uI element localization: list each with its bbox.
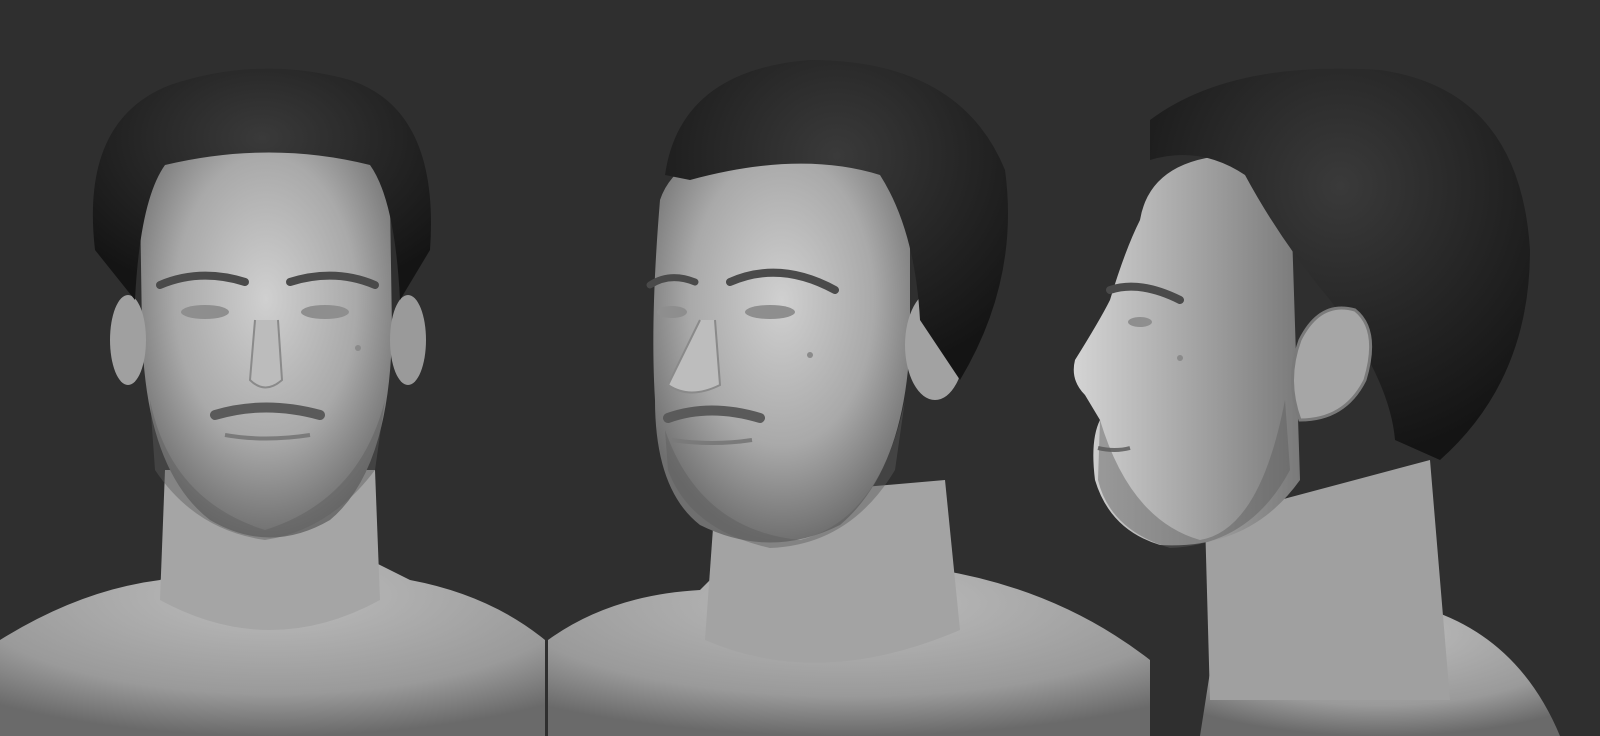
front-mole [355, 345, 361, 351]
profile-eye [1128, 317, 1152, 327]
tq-eye-left [657, 306, 687, 318]
render-svg [0, 0, 1600, 736]
front-nose [248, 319, 284, 389]
front-eye-left [181, 305, 229, 319]
profile-mole [1177, 355, 1183, 361]
front-ear-right [390, 295, 426, 385]
tq-eye-right [745, 305, 795, 319]
tq-mole [807, 352, 813, 358]
sculpt-render-canvas [0, 0, 1600, 736]
front-eye-right [301, 305, 349, 319]
front-ear-left [110, 295, 146, 385]
